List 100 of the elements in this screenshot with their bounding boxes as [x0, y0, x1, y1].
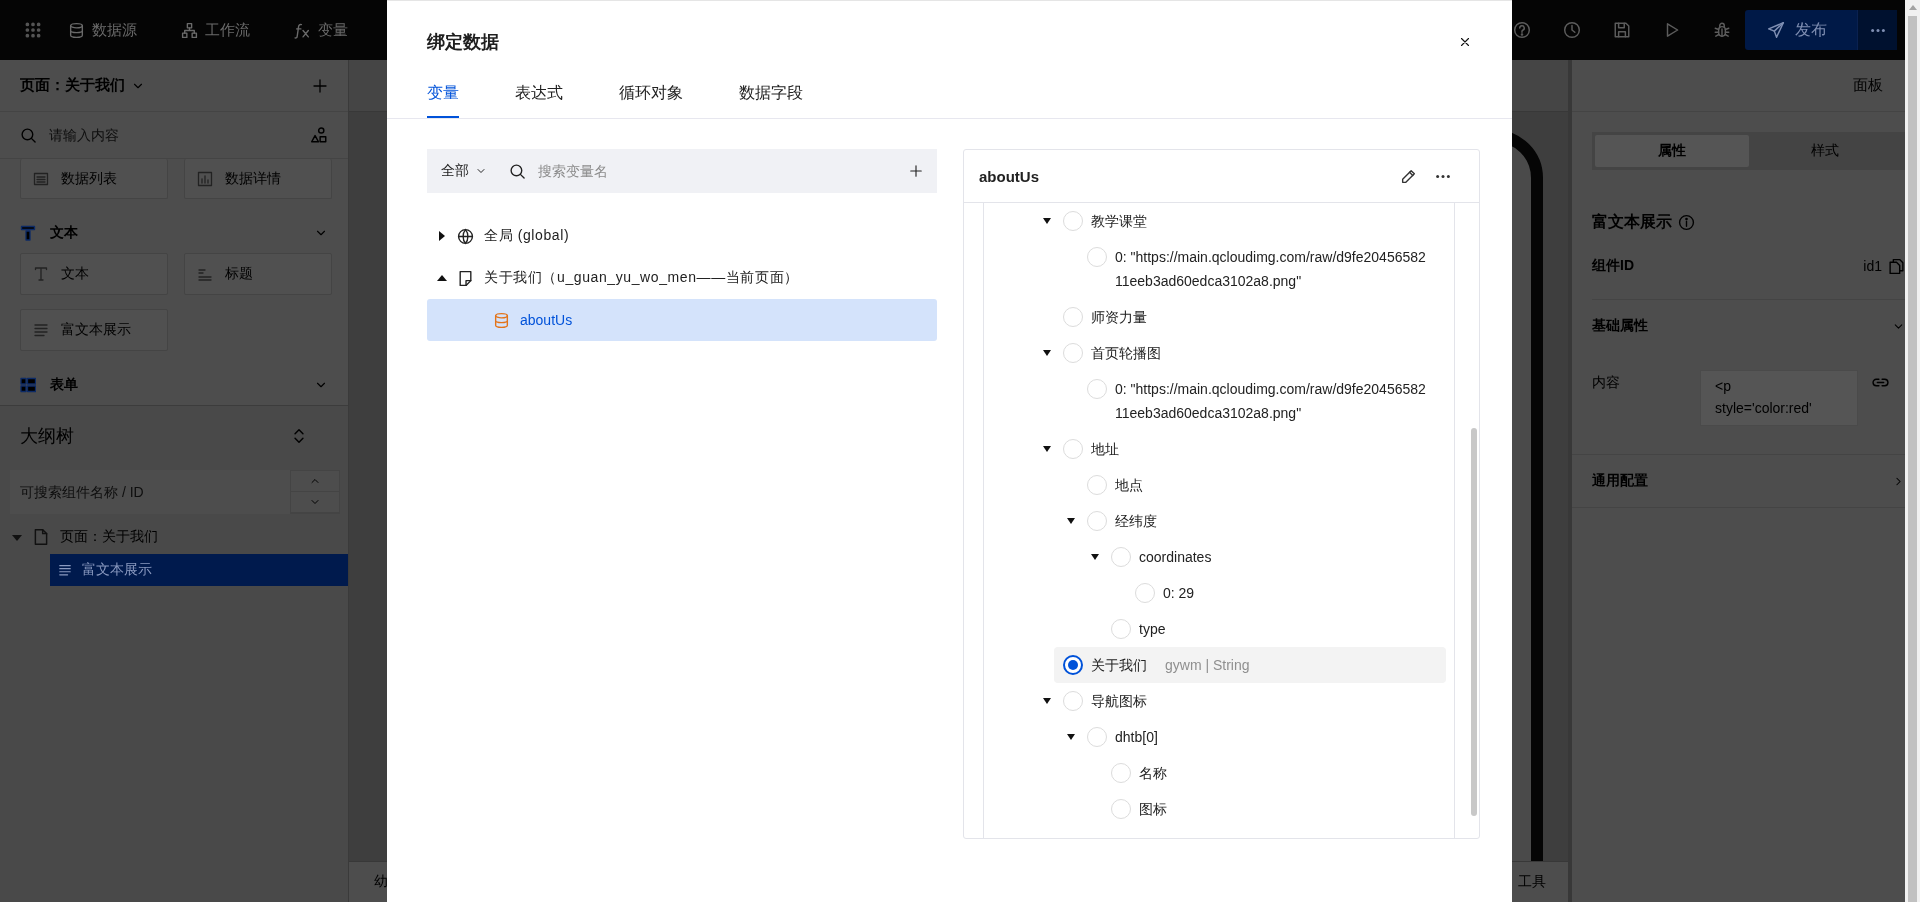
footer-text: 工具 [1518, 873, 1546, 891]
field-label: 地址 [1091, 440, 1119, 459]
field-label: dhtb[0] [1115, 728, 1158, 747]
scrollbar[interactable] [1471, 428, 1477, 816]
nav-item[interactable]: 变量 [294, 20, 348, 40]
field-label: 导航图标 [1091, 692, 1147, 711]
more-icon [1435, 174, 1451, 178]
variable-item[interactable]: 关于我们（u_guan_yu_wo_men——当前页面） [427, 257, 937, 299]
section-header[interactable]: 基础属性 [1572, 300, 1905, 352]
copy-icon[interactable] [1888, 257, 1905, 275]
component-card[interactable]: 标题 [184, 253, 332, 295]
dialog-title: 绑定数据 [427, 31, 499, 54]
paragraph-icon [33, 322, 49, 338]
search-bar[interactable]: 可搜索组件名称 / ID [10, 470, 340, 514]
panel-tab[interactable]: 属性 [1595, 135, 1749, 167]
page-title[interactable]: 页面：关于我们 [20, 76, 125, 95]
save-icon[interactable] [1613, 21, 1631, 39]
send-icon [1767, 21, 1785, 39]
shapes-icon[interactable] [310, 126, 328, 144]
component-card[interactable]: 文本 [20, 253, 168, 295]
dialog-tab[interactable]: 数据字段 [739, 83, 803, 118]
page-icon [457, 269, 474, 287]
tree-item[interactable]: 富文本展示 [50, 554, 348, 586]
component-card[interactable]: 数据详情 [184, 159, 332, 199]
grid-icon[interactable] [24, 21, 42, 39]
nav-item[interactable]: 工作流 [181, 20, 250, 40]
variable-label: 全局 (global) [484, 227, 570, 245]
caret-icon[interactable] [1043, 446, 1051, 452]
caret-icon[interactable] [1043, 218, 1051, 224]
detail-title: aboutUs [979, 167, 1040, 185]
footer-text: 幼 [374, 873, 388, 891]
search-icon [509, 162, 526, 180]
variable-item[interactable]: aboutUs [427, 299, 937, 341]
flow-icon [181, 21, 198, 39]
caret-icon[interactable] [1067, 518, 1075, 524]
field-label: 首页轮播图 [1091, 344, 1161, 363]
field-label: 0: 29 [1163, 584, 1195, 603]
caret-icon[interactable] [1043, 698, 1051, 704]
tree-item[interactable]: 页面：关于我们 [0, 520, 348, 554]
form-icon [20, 377, 36, 393]
content-field[interactable]: <p style='color:red' [1700, 370, 1858, 426]
search-bar[interactable]: 全部 搜索变量名 [427, 149, 937, 193]
chart-icon [197, 170, 213, 187]
caret-icon[interactable] [437, 275, 447, 281]
tree-label: 富文本展示 [82, 561, 152, 579]
heading-icon [197, 266, 213, 282]
outline-title: 大纲树 [20, 425, 74, 448]
field-label: type [1139, 620, 1166, 639]
caret-icon[interactable] [1043, 350, 1051, 356]
dialog-tab[interactable]: 循环对象 [619, 83, 683, 118]
variable-item[interactable]: 全局 (global) [427, 215, 937, 257]
field-label: coordinates [1139, 548, 1212, 567]
panel-label: 面板 [1853, 76, 1883, 95]
component-card[interactable]: 数据列表 [20, 159, 168, 199]
info-icon[interactable] [1678, 214, 1695, 231]
file-icon [32, 528, 50, 546]
paragraph-icon [58, 563, 72, 577]
component-title: 富文本展示 [1592, 212, 1672, 232]
text-icon [33, 266, 49, 282]
field-value: id1 [1863, 258, 1882, 274]
more-button[interactable] [1435, 174, 1451, 178]
radio-button[interactable] [1063, 655, 1083, 675]
search-field[interactable]: 请输入内容 [47, 126, 300, 144]
tree-label: 页面：关于我们 [60, 528, 158, 546]
field-label: 关于我们 [1091, 656, 1147, 675]
plus-icon[interactable] [312, 77, 328, 94]
type-hint: gywm | String [1165, 656, 1250, 675]
help-icon[interactable] [1513, 21, 1531, 39]
clock-icon[interactable] [1563, 21, 1581, 39]
dialog-tab[interactable]: 表达式 [515, 83, 563, 118]
section-title: 表单 [50, 376, 78, 394]
nav-item[interactable]: 数据源 [68, 20, 137, 40]
bug-icon[interactable] [1713, 21, 1731, 39]
panel-tab[interactable]: 样式 [1748, 135, 1902, 167]
field-label: 教学课堂 [1091, 212, 1147, 231]
field-label: 经纬度 [1115, 512, 1157, 531]
publish-button[interactable]: 发布 [1745, 10, 1857, 50]
caret-icon[interactable] [1067, 734, 1075, 740]
caret-icon[interactable] [439, 231, 445, 241]
scope-dropdown[interactable]: 全部 [441, 162, 487, 180]
close-button[interactable] [1458, 35, 1472, 49]
field-label: 组件ID [1592, 257, 1634, 275]
globe-icon [457, 227, 474, 245]
scrollbar[interactable] [1908, 16, 1917, 902]
caret-icon[interactable] [1091, 554, 1099, 560]
field-label: 名称 [1139, 764, 1167, 783]
database-icon [68, 21, 85, 39]
edit-button[interactable] [1400, 167, 1417, 185]
search-field[interactable]: 搜索变量名 [536, 162, 909, 180]
dialog-tab[interactable]: 变量 [427, 83, 459, 118]
field-label: 地点 [1115, 476, 1143, 495]
section-title: 文本 [50, 224, 78, 242]
add-button[interactable] [909, 164, 923, 178]
field-label: 内容 [1592, 374, 1621, 392]
more-icon [1870, 28, 1885, 32]
plus-icon [909, 164, 923, 178]
database-icon [493, 311, 510, 329]
component-card[interactable]: 富文本展示 [20, 309, 168, 351]
search-field[interactable]: 可搜索组件名称 / ID [10, 470, 290, 514]
search-icon [20, 126, 37, 144]
